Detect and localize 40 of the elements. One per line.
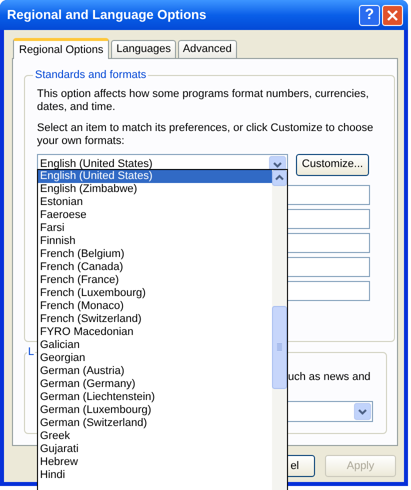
tab[interactable]: Advanced <box>178 40 237 58</box>
list-item[interactable]: Gujarati <box>38 443 272 456</box>
list-item[interactable]: Greek <box>38 430 272 443</box>
tab[interactable]: Languages <box>111 40 176 58</box>
window-title: Regional and Language Options <box>7 6 208 24</box>
list-item[interactable]: Faeroese <box>38 209 272 222</box>
list-item[interactable]: Finnish <box>38 235 272 248</box>
list-item[interactable]: Galician <box>38 339 272 352</box>
list-item[interactable]: German (Liechtenstein) <box>38 391 272 404</box>
list-item[interactable]: French (Monaco) <box>38 300 272 313</box>
scroll-up-icon[interactable] <box>272 170 287 186</box>
list-item[interactable]: German (Austria) <box>38 365 272 378</box>
list-item[interactable]: Hebrew <box>38 456 272 469</box>
list-item[interactable]: French (Belgium) <box>38 248 272 261</box>
list-item[interactable]: English (United States) <box>38 170 272 183</box>
description-text: uch as news and <box>288 370 371 384</box>
scroll-thumb[interactable] <box>272 306 287 389</box>
list-item[interactable]: German (Switzerland) <box>38 417 272 430</box>
scrollbar[interactable] <box>272 170 287 490</box>
list-item[interactable]: French (Luxembourg) <box>38 287 272 300</box>
description-text: This option affects how some programs format numbers, currencies, dates, and time. <box>37 88 370 114</box>
list-item[interactable]: French (France) <box>38 274 272 287</box>
group-title: Standards and formats <box>34 68 148 83</box>
close-button[interactable] <box>382 4 403 26</box>
help-button[interactable]: ? <box>359 4 380 26</box>
list-item[interactable]: German (Germany) <box>38 378 272 391</box>
group-title: L <box>27 345 36 360</box>
list-item[interactable]: FYRO Macedonian <box>38 326 272 339</box>
instruction-text: Select an item to match its preferences, or click Customize to choose your own formats: <box>37 122 374 148</box>
customize-button[interactable]: Customize... <box>296 154 369 176</box>
list-item[interactable]: Hindi <box>38 469 272 482</box>
tab[interactable]: Regional Options <box>13 38 110 59</box>
list-item[interactable]: English (Zimbabwe) <box>38 183 272 196</box>
list-item[interactable]: Farsi <box>38 222 272 235</box>
list-item[interactable]: Georgian <box>38 352 272 365</box>
close-icon <box>387 10 398 20</box>
list-item[interactable]: German (Luxembourg) <box>38 404 272 417</box>
list-item[interactable]: French (Canada) <box>38 261 272 274</box>
list-item[interactable]: French (Switzerland) <box>38 313 272 326</box>
list-item[interactable]: Estonian <box>38 196 272 209</box>
